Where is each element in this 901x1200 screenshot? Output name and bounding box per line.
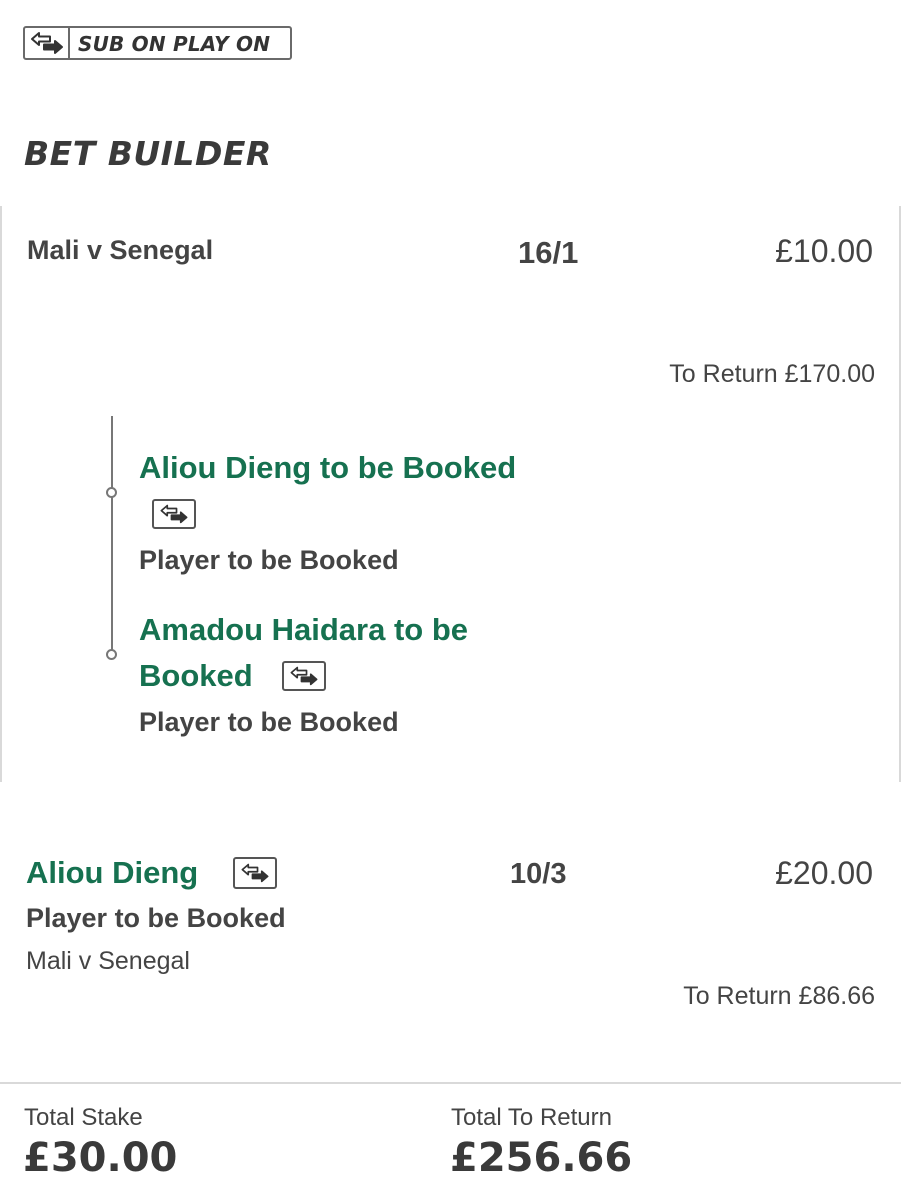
- single-selection: Aliou Dieng: [26, 855, 199, 890]
- single-to-return: To Return £86.66: [683, 982, 875, 1010]
- bet-builder-to-return: To Return £170.00: [669, 360, 875, 388]
- footer-divider: [0, 1082, 901, 1084]
- sub-on-play-on-badge[interactable]: SUB ON PLAY ON: [23, 26, 292, 60]
- bet-builder-odds[interactable]: 16/1: [518, 235, 578, 271]
- badge-divider: [68, 28, 70, 58]
- leg-dot: [106, 487, 117, 498]
- leg-selection-title: Amadou Haidara to be: [139, 612, 468, 647]
- total-return-value: £256.66: [450, 1135, 633, 1181]
- swap-arrows-icon[interactable]: [152, 499, 196, 529]
- swap-arrows-icon[interactable]: [282, 661, 326, 691]
- swap-arrows-icon[interactable]: [233, 857, 277, 889]
- card-border-left: [0, 206, 2, 782]
- legs-timeline-line: [111, 416, 113, 656]
- bet-builder-match: Mali v Senegal: [27, 235, 214, 265]
- leg-selection-title: Aliou Dieng to be Booked: [139, 450, 517, 485]
- swap-arrows-icon: [28, 30, 66, 56]
- total-return-label: Total To Return: [451, 1104, 612, 1131]
- bet-builder-stake[interactable]: £10.00: [775, 233, 873, 270]
- leg-dot: [106, 649, 117, 660]
- total-stake-value: £30.00: [23, 1135, 178, 1181]
- single-odds[interactable]: 10/3: [510, 858, 566, 891]
- badge-label: SUB ON PLAY ON: [78, 32, 271, 56]
- section-title: BET BUILDER: [24, 134, 272, 173]
- single-stake[interactable]: £20.00: [775, 855, 873, 892]
- leg-market: Player to be Booked: [139, 707, 399, 737]
- total-stake-label: Total Stake: [24, 1104, 143, 1131]
- leg-selection-title-cont: Booked: [139, 658, 253, 693]
- leg-market: Player to be Booked: [139, 545, 399, 575]
- single-market: Player to be Booked: [26, 903, 286, 933]
- single-match: Mali v Senegal: [26, 947, 190, 975]
